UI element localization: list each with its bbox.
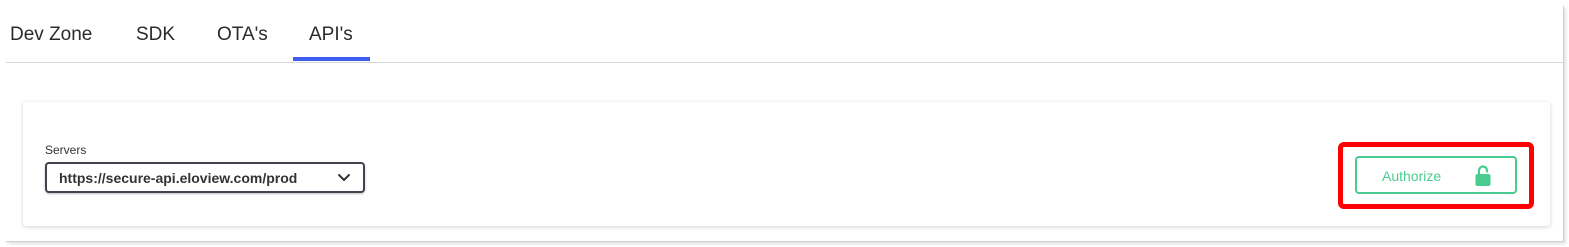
tab-apis[interactable]: API's (309, 24, 353, 46)
authorize-label: Authorize (1382, 168, 1442, 184)
tab-sdk[interactable]: SDK (136, 24, 175, 46)
tab-bar: Dev Zone SDK OTA's API's (0, 0, 1569, 62)
server-select-value: https://secure-api.eloview.com/prod (59, 170, 298, 186)
tab-dev-zone[interactable]: Dev Zone (10, 24, 92, 46)
chevron-down-icon (338, 174, 350, 181)
tab-otas[interactable]: OTA's (217, 24, 268, 46)
authorize-button[interactable]: Authorize (1355, 156, 1517, 194)
lock-open-icon (1475, 165, 1491, 186)
servers-label: Servers (45, 143, 87, 157)
active-tab-indicator (293, 57, 370, 61)
tab-divider (6, 62, 1563, 63)
server-select[interactable]: https://secure-api.eloview.com/prod (45, 162, 365, 193)
